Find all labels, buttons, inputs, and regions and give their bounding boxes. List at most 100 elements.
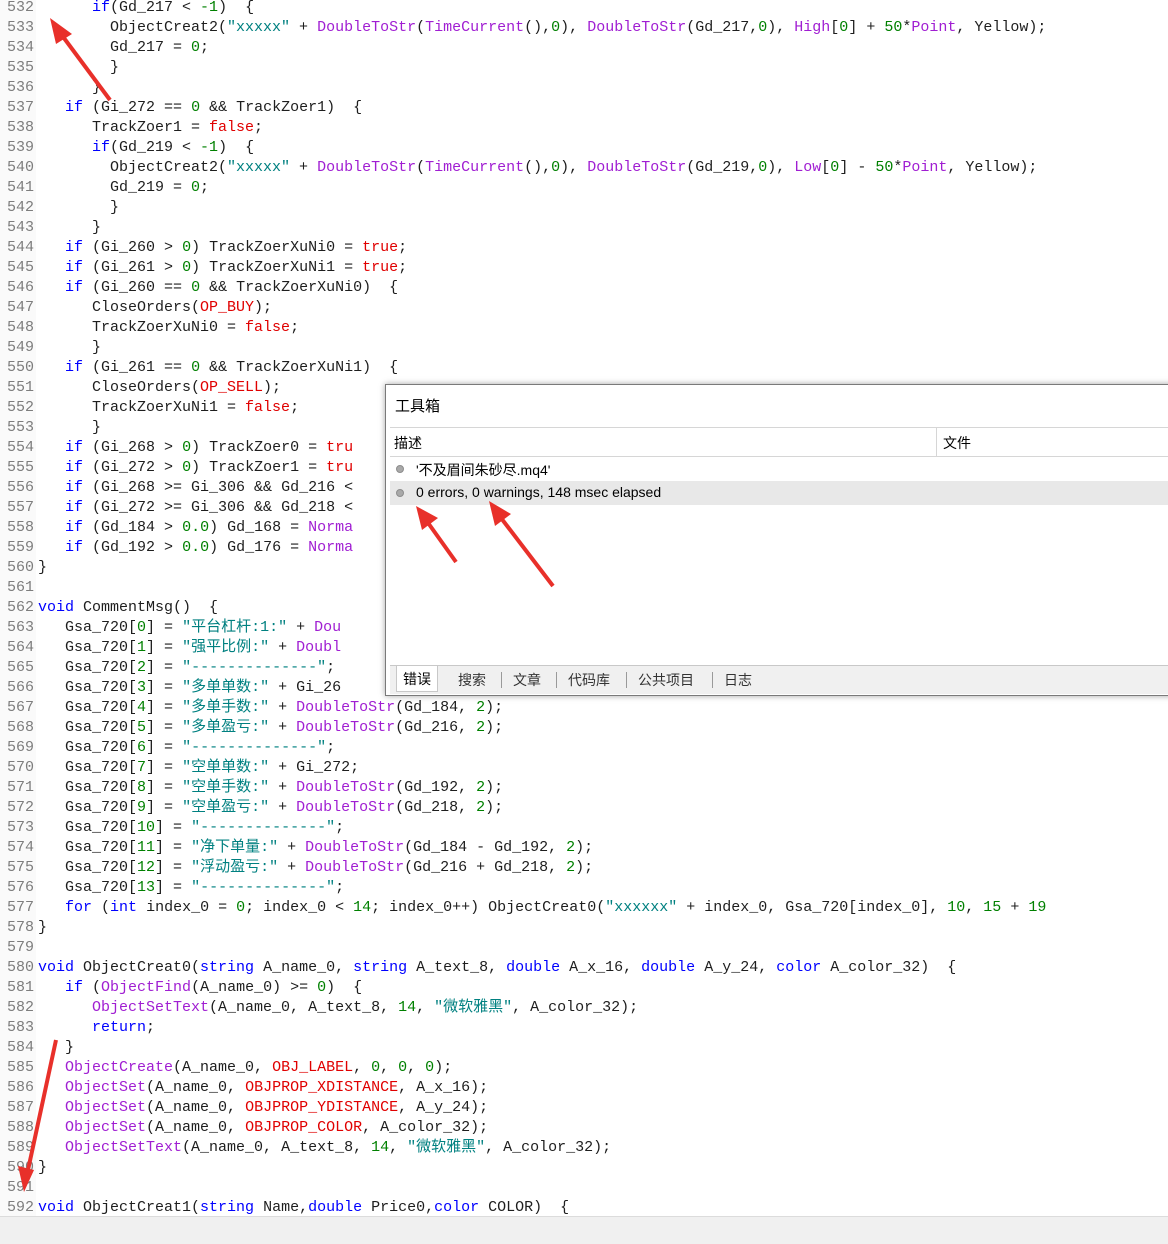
code-line[interactable]: TrackZoerXuNi0 = false; [38, 318, 299, 338]
toolbox-row-text: 0 errors, 0 warnings, 148 msec elapsed [416, 484, 662, 500]
tab-public-projects[interactable]: 公共项目 [638, 670, 694, 690]
code-line[interactable]: ObjectSet(A_name_0, OBJPROP_XDISTANCE, A… [38, 1078, 488, 1098]
code-line[interactable]: TrackZoerXuNi1 = false; [38, 398, 299, 418]
code-token: Gsa_720[ [38, 739, 138, 756]
code-line[interactable]: if (Gi_268 > 0) TrackZoer0 = tru [38, 438, 353, 458]
line-number: 569 [6, 739, 34, 756]
tab-journal[interactable]: 日志 [724, 670, 752, 690]
code-line[interactable]: Gsa_720[1] = "强平比例:" + Doubl [38, 638, 341, 658]
code-line[interactable]: Gsa_720[0] = "平台杠杆:1:" + Dou [38, 618, 341, 638]
code-line[interactable]: if (Gi_261 > 0) TrackZoerXuNi1 = true; [38, 258, 407, 278]
line-number: 558 [6, 519, 34, 536]
column-file[interactable]: 文件 [943, 433, 971, 453]
horizontal-scrollbar[interactable] [0, 1216, 1168, 1244]
code-token: 3 [137, 679, 147, 696]
code-token: 0 [425, 1059, 435, 1076]
code-line[interactable]: } [38, 1038, 74, 1058]
code-line[interactable]: Gsa_720[13] = "--------------"; [38, 878, 344, 898]
code-token: "净下单量:" [191, 839, 279, 856]
code-line[interactable]: void CommentMsg() { [38, 598, 218, 618]
line-number: 592 [6, 1199, 34, 1216]
code-line[interactable]: Gsa_720[12] = "浮动盈亏:" + DoubleToStr(Gd_2… [38, 858, 593, 878]
code-line[interactable]: if (Gi_260 == 0 && TrackZoerXuNi0) { [38, 278, 398, 298]
code-line[interactable]: } [38, 918, 47, 938]
code-token: (A_name_0, [146, 1099, 246, 1116]
code-line[interactable]: } [38, 558, 47, 578]
code-line[interactable]: if (Gi_272 == 0 && TrackZoer1) { [38, 98, 362, 118]
code-line[interactable]: } [38, 198, 119, 218]
code-line[interactable]: ObjectCreat2("xxxxx" + DoubleToStr(TimeC… [38, 158, 1037, 178]
code-line[interactable]: if (Gi_260 > 0) TrackZoerXuNi0 = true; [38, 238, 407, 258]
code-line[interactable]: if(Gd_219 < -1) { [38, 138, 254, 158]
code-token: (A_name_0, [146, 1119, 246, 1136]
code-line[interactable]: ObjectCreate(A_name_0, OBJ_LABEL, 0, 0, … [38, 1058, 452, 1078]
code-line[interactable]: if (Gi_272 > 0) TrackZoer1 = tru [38, 458, 353, 478]
column-description[interactable]: 描述 [394, 433, 422, 453]
code-token: ObjectCreat2( [38, 19, 228, 36]
code-line[interactable]: Gsa_720[10] = "--------------"; [38, 818, 344, 838]
code-line[interactable]: Gsa_720[11] = "净下单量:" + DoubleToStr(Gd_1… [38, 838, 593, 858]
line-number: 543 [6, 219, 34, 236]
code-line[interactable]: } [38, 218, 101, 238]
code-line[interactable]: CloseOrders(OP_SELL); [38, 378, 281, 398]
code-token: 10 [947, 899, 966, 916]
code-line[interactable]: return; [38, 1018, 155, 1038]
code-line[interactable]: for (int index_0 = 0; index_0 < 14; inde… [38, 898, 1046, 918]
code-line[interactable]: } [38, 418, 101, 438]
line-number: 550 [6, 359, 34, 376]
code-line[interactable]: } [38, 78, 101, 98]
code-token: , Yellow); [947, 159, 1038, 176]
code-line[interactable]: Gsa_720[9] = "空单盈亏:" + DoubleToStr(Gd_21… [38, 798, 503, 818]
code-token: ObjectSetText [65, 1139, 183, 1156]
column-divider[interactable] [936, 428, 937, 456]
code-line[interactable]: } [38, 338, 101, 358]
code-line[interactable]: Gsa_720[4] = "多单手数:" + DoubleToStr(Gd_18… [38, 698, 503, 718]
code-line[interactable]: void ObjectCreat1(string Name,double Pri… [38, 1198, 569, 1216]
tab-codebase[interactable]: 代码库 [568, 670, 610, 690]
tab-search[interactable]: 搜索 [458, 670, 486, 690]
tab-errors[interactable]: 错误 [396, 666, 438, 692]
code-token: (Gd_192, [395, 779, 477, 796]
code-line[interactable]: if (Gi_268 >= Gi_306 && Gd_216 < [38, 478, 353, 498]
code-line[interactable]: ObjectCreat2("xxxxx" + DoubleToStr(TimeC… [38, 18, 1046, 38]
code-line[interactable]: void ObjectCreat0(string A_name_0, strin… [38, 958, 956, 978]
code-token: (), [524, 19, 552, 36]
code-token: string [353, 959, 408, 976]
code-line[interactable]: if (Gi_272 >= Gi_306 && Gd_218 < [38, 498, 353, 518]
code-line[interactable]: if (ObjectFind(A_name_0) >= 0) { [38, 978, 362, 998]
code-token: ; [200, 179, 210, 196]
code-line[interactable]: ObjectSet(A_name_0, OBJPROP_COLOR, A_col… [38, 1118, 488, 1138]
code-line[interactable]: Gsa_720[7] = "空单单数:" + Gi_272; [38, 758, 359, 778]
code-line[interactable]: } [38, 58, 119, 78]
code-line[interactable]: Gsa_720[8] = "空单手数:" + DoubleToStr(Gd_19… [38, 778, 503, 798]
code-token: 0 [830, 159, 840, 176]
code-line[interactable]: if(Gd_217 < -1) { [38, 0, 254, 18]
code-line[interactable]: ObjectSet(A_name_0, OBJPROP_YDISTANCE, A… [38, 1098, 488, 1118]
code-line[interactable]: ObjectSetText(A_name_0, A_text_8, 14, "微… [38, 1138, 611, 1158]
code-token: DoubleToStr [587, 159, 687, 176]
code-line[interactable]: TrackZoer1 = false; [38, 118, 263, 138]
code-line[interactable]: Gd_219 = 0; [38, 178, 209, 198]
code-token: + [269, 639, 297, 656]
code-line[interactable]: Gsa_720[6] = "--------------"; [38, 738, 335, 758]
code-token: 2 [566, 839, 576, 856]
code-line[interactable]: CloseOrders(OP_BUY); [38, 298, 272, 318]
toolbox-row-file[interactable]: '不及眉间朱砂尽.mq4' [390, 457, 1168, 481]
code-line[interactable]: ObjectSetText(A_name_0, A_text_8, 14, "微… [38, 998, 638, 1018]
code-line[interactable]: } [38, 1158, 47, 1178]
code-line[interactable]: if (Gd_192 > 0.0) Gd_176 = Norma [38, 538, 353, 558]
code-line[interactable]: Gsa_720[3] = "多单单数:" + Gi_26 [38, 678, 341, 698]
code-line[interactable]: Gsa_720[2] = "--------------"; [38, 658, 335, 678]
code-line[interactable]: Gsa_720[5] = "多单盈亏:" + DoubleToStr(Gd_21… [38, 718, 503, 738]
toolbox-row-result[interactable]: 0 errors, 0 warnings, 148 msec elapsed [390, 481, 1168, 505]
code-line[interactable]: if (Gi_261 == 0 && TrackZoerXuNi1) { [38, 358, 398, 378]
code-token: tru [326, 439, 354, 456]
code-token: Doubl [296, 639, 342, 656]
code-line[interactable]: Gd_217 = 0; [38, 38, 209, 58]
code-line[interactable]: if (Gd_184 > 0.0) Gd_168 = Norma [38, 518, 353, 538]
tab-articles[interactable]: 文章 [513, 670, 541, 690]
code-token: ] = [146, 619, 183, 636]
code-token: (A_name_0, [173, 1059, 273, 1076]
code-token: ), [560, 19, 588, 36]
